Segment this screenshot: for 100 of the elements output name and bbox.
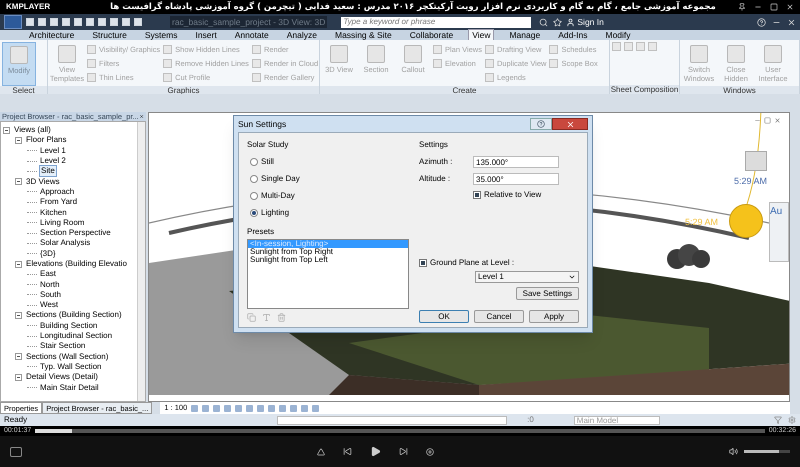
tree-item[interactable]: Building Section: [39, 320, 98, 331]
ribbon-tab[interactable]: Manage: [506, 30, 544, 40]
tree-item[interactable]: {3D}: [39, 248, 57, 259]
tool-icon: [727, 45, 745, 63]
checkbox[interactable]: [473, 191, 481, 199]
player-title: مجموعه آموزشی جامع ، گام به گام و کاربردی نرم افزار رویت آرکیتکچر ۲۰۱۶ مدرس : سعید فدایی ( تیچرمن ) گروه آموزشی پادشاه گرافیست ها: [110, 0, 716, 14]
view-cube[interactable]: [745, 151, 767, 171]
ribbon-tab[interactable]: Annotate: [232, 30, 272, 40]
eject-icon: [317, 448, 325, 456]
checkbox-label: Relative to View: [484, 189, 542, 201]
radio-button[interactable]: [250, 209, 258, 217]
tree-item[interactable]: Kitchen: [39, 208, 68, 218]
tree-item[interactable]: Section Perspective: [39, 228, 112, 238]
radio-button[interactable]: [250, 175, 258, 183]
dialog-button[interactable]: OK: [419, 310, 469, 323]
filter-icon: [774, 416, 782, 424]
tree-item[interactable]: Solar Analysis: [39, 238, 92, 248]
tree-item[interactable]: South: [39, 290, 62, 300]
tree-item[interactable]: 3D Views: [25, 176, 61, 187]
star-icon: [553, 18, 562, 26]
tree-item[interactable]: Longitudinal Section: [39, 331, 114, 342]
collapse-icon[interactable]: [15, 374, 22, 381]
save-settings-button[interactable]: Save Settings: [516, 287, 579, 300]
ribbon-tab[interactable]: View: [468, 29, 494, 40]
close-icon: [566, 120, 574, 128]
ribbon-tab[interactable]: Architecture: [26, 30, 78, 40]
help-button[interactable]: [530, 118, 552, 130]
seek-bar[interactable]: [35, 429, 765, 433]
close-icon: [787, 18, 796, 26]
close-icon: [138, 113, 144, 120]
collapse-icon[interactable]: [15, 260, 22, 268]
document-title: rac_basic_sample_project - 3D View: 3D: [170, 16, 328, 28]
tree-item[interactable]: Level 1: [39, 146, 67, 156]
tree-item[interactable]: Living Room: [39, 218, 86, 228]
workset-dropdown[interactable]: [277, 416, 508, 424]
ribbon-tab[interactable]: Add-Ins: [555, 30, 590, 40]
collapse-icon[interactable]: [15, 312, 22, 319]
radio-button[interactable]: [250, 192, 258, 200]
sign-in-button[interactable]: Sign In: [566, 16, 604, 28]
dialog-button[interactable]: Cancel: [474, 310, 524, 323]
tree-item[interactable]: Main Stair Detail: [39, 382, 100, 393]
settings-icon: [788, 416, 796, 424]
field-label: Altitude :: [419, 173, 452, 185]
ribbon-tab[interactable]: Analyze: [284, 30, 320, 40]
tree-item[interactable]: Approach: [39, 186, 76, 197]
ribbon-tab[interactable]: Modify: [602, 30, 634, 40]
ribbon-tab[interactable]: Structure: [89, 30, 130, 40]
help-icon: [757, 18, 766, 26]
player-logo: KMPLAYER: [6, 1, 50, 13]
tool-icon: [367, 45, 385, 63]
radio-button[interactable]: [250, 158, 258, 166]
tree-item[interactable]: Detail Views (Detail): [25, 372, 99, 382]
tree-item[interactable]: Typ. Wall Section: [39, 362, 103, 372]
tree-item[interactable]: Level 2: [39, 156, 67, 166]
collapse-icon[interactable]: [15, 136, 22, 144]
maximize-icon: [770, 3, 778, 11]
restore-icon: [764, 117, 771, 124]
ribbon-tab[interactable]: Insert: [192, 30, 220, 40]
collapse-icon[interactable]: [15, 178, 22, 186]
close-button[interactable]: [552, 118, 588, 130]
time-label: 5:29 AM: [685, 216, 718, 229]
dialog-title: Sun Settings: [238, 118, 286, 130]
tree-item[interactable]: Elevations (Building Elevatio: [25, 259, 128, 269]
collapse-icon[interactable]: [15, 353, 22, 360]
tree-item[interactable]: East: [39, 269, 58, 280]
ribbon-tab[interactable]: Collaborate: [406, 30, 456, 40]
tool-icon: [10, 46, 28, 64]
tree-item[interactable]: From Yard: [39, 197, 78, 208]
preset-item[interactable]: Sunlight from Top Left: [248, 256, 408, 264]
search-field[interactable]: Type a keyword or phrase: [341, 16, 532, 28]
tree-item[interactable]: Sections (Wall Section): [25, 352, 110, 362]
pin-icon: [738, 3, 746, 11]
tree-item[interactable]: West: [39, 300, 60, 310]
tree-item[interactable]: Stair Section: [39, 341, 86, 352]
tool-icon: [330, 45, 348, 63]
tree-item[interactable]: Views (all): [13, 125, 52, 136]
collapse-icon[interactable]: [3, 126, 10, 134]
group-title: Settings: [419, 139, 449, 151]
tree-item[interactable]: Site: [39, 165, 57, 178]
ribbon-tab[interactable]: Massing & Site: [332, 30, 395, 40]
sun-icon: [729, 204, 763, 238]
preset-item[interactable]: Sunlight from Top Right: [248, 248, 408, 256]
input-field[interactable]: 135.000°: [473, 156, 559, 168]
tree-item[interactable]: Floor Plans: [25, 135, 68, 146]
level-dropdown[interactable]: Level 1: [475, 271, 579, 283]
ribbon-tab[interactable]: Systems: [142, 30, 180, 40]
checkbox[interactable]: [419, 259, 427, 267]
close-icon: [774, 117, 781, 124]
dialog-button[interactable]: Apply: [529, 310, 579, 323]
radio-label: Single Day: [261, 173, 300, 185]
tool-icon: [404, 45, 422, 63]
tree-item[interactable]: North: [39, 280, 61, 290]
volume-slider[interactable]: [744, 450, 790, 453]
scrollbar[interactable]: [137, 122, 145, 401]
navigation-bar[interactable]: Au: [769, 202, 789, 262]
input-field[interactable]: 35.000°: [473, 173, 559, 185]
tool-icon: [58, 45, 76, 63]
app-logo[interactable]: [4, 15, 22, 29]
tree-item[interactable]: Sections (Building Section): [25, 310, 123, 320]
stop-icon: [426, 448, 434, 456]
